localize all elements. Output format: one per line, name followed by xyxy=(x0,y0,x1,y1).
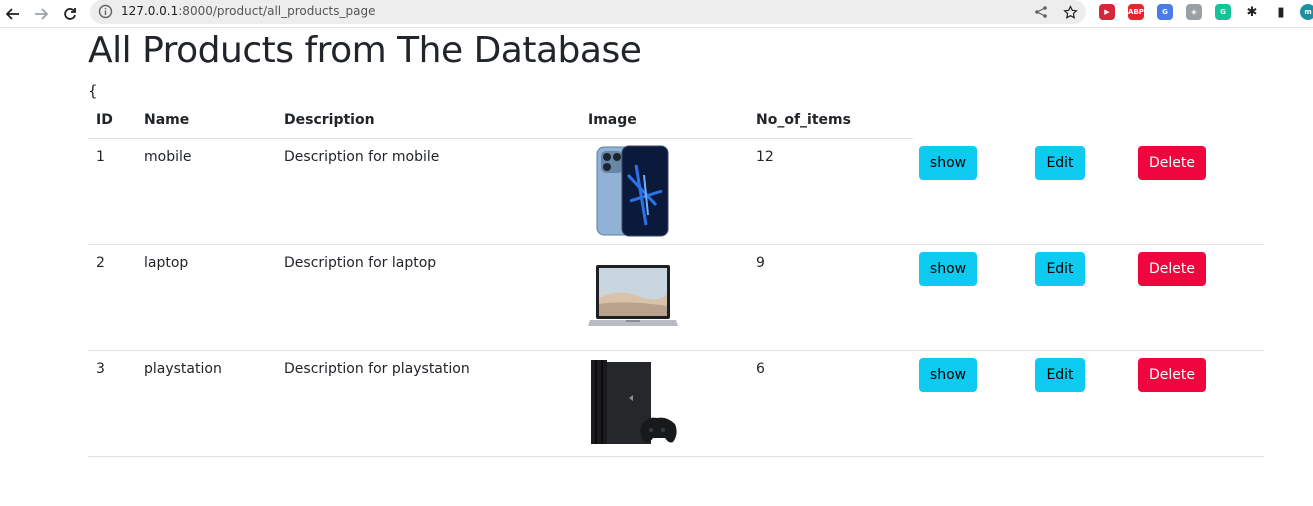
col-header-image: Image xyxy=(588,112,637,128)
col-header-name: Name xyxy=(144,112,190,128)
forward-arrow-icon[interactable] xyxy=(30,3,52,25)
cell-id: 3 xyxy=(96,361,105,377)
show-button[interactable]: show xyxy=(919,358,977,392)
cell-name: mobile xyxy=(144,149,192,165)
cell-count: 12 xyxy=(756,149,774,165)
profile-avatar[interactable]: m xyxy=(1300,4,1313,20)
address-bar[interactable]: 127.0.0.1:8000/product/all_products_page xyxy=(90,0,1086,24)
cell-count: 6 xyxy=(756,361,765,377)
back-arrow-icon[interactable] xyxy=(2,3,24,25)
grammarly-icon[interactable]: G xyxy=(1215,4,1231,20)
stray-brace-text: { xyxy=(88,82,98,100)
page-title: All Products from The Database xyxy=(88,30,642,71)
edit-button[interactable]: Edit xyxy=(1035,146,1085,180)
delete-button[interactable]: Delete xyxy=(1138,252,1206,286)
row-divider xyxy=(88,244,1264,245)
reload-icon[interactable] xyxy=(59,3,81,25)
puzzle-icon[interactable]: ✱ xyxy=(1244,4,1260,20)
row-divider xyxy=(88,456,1264,457)
cell-description: Description for laptop xyxy=(284,255,437,271)
video-ext-icon[interactable]: ▶ xyxy=(1099,4,1115,20)
site-info-icon[interactable] xyxy=(98,4,113,23)
row-divider xyxy=(88,350,1264,351)
edit-button[interactable]: Edit xyxy=(1035,252,1085,286)
adblock-icon[interactable]: ABP xyxy=(1128,4,1144,20)
sidepanel-icon[interactable]: ▮ xyxy=(1273,4,1289,20)
delete-button[interactable]: Delete xyxy=(1138,146,1206,180)
col-header-id: ID xyxy=(96,112,113,128)
cell-name: playstation xyxy=(144,361,222,377)
col-header-count: No_of_items xyxy=(756,112,851,128)
cell-id: 1 xyxy=(96,149,105,165)
col-header-description: Description xyxy=(284,112,375,128)
cell-name: laptop xyxy=(144,255,189,271)
product-image-mobile xyxy=(596,145,669,237)
bookmark-star-icon[interactable] xyxy=(1061,3,1079,21)
cell-count: 9 xyxy=(756,255,765,271)
translate-icon[interactable]: G xyxy=(1157,4,1173,20)
shield-ext-icon[interactable]: ◈ xyxy=(1186,4,1202,20)
share-icon[interactable] xyxy=(1032,3,1050,21)
cell-description: Description for playstation xyxy=(284,361,470,377)
show-button[interactable]: show xyxy=(919,252,977,286)
product-image-laptop xyxy=(588,265,678,326)
product-image-playstation xyxy=(591,360,677,444)
cell-description: Description for mobile xyxy=(284,149,440,165)
show-button[interactable]: show xyxy=(919,146,977,180)
header-divider xyxy=(88,138,913,139)
edit-button[interactable]: Edit xyxy=(1035,358,1085,392)
delete-button[interactable]: Delete xyxy=(1138,358,1206,392)
browser-toolbar: 127.0.0.1:8000/product/all_products_page… xyxy=(0,0,1313,28)
cell-id: 2 xyxy=(96,255,105,271)
url-text[interactable]: 127.0.0.1:8000/product/all_products_page xyxy=(121,4,376,18)
